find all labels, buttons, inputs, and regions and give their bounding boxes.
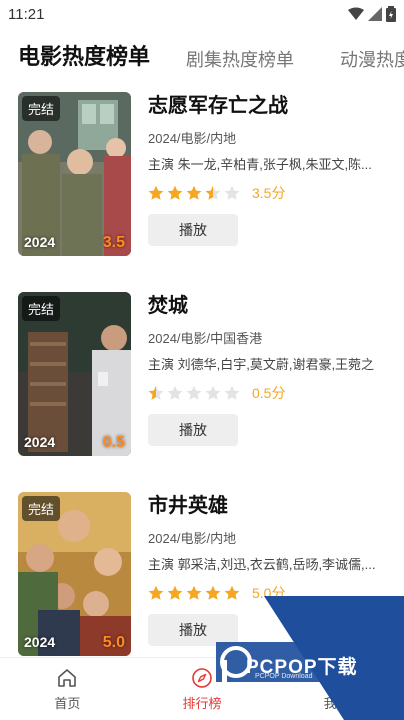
movie-info: 志愿军存亡之战 2024/电影/内地 主演 朱一龙,辛柏青,张子枫,朱亚文,陈.… [148, 92, 388, 246]
tab-anime-ranking[interactable]: 动漫热度榜单 [340, 43, 404, 74]
status-bar: 11:21 [0, 0, 404, 28]
score-text: 0.5分 [252, 385, 286, 401]
star-icon [186, 385, 202, 400]
battery-icon [386, 6, 396, 22]
movie-title[interactable]: 市井英雄 [148, 492, 388, 520]
category-tabs: 电影热度榜单 剧集热度榜单 动漫热度榜单 [0, 40, 404, 74]
movie-poster[interactable]: 完结 2024 3.5 [18, 92, 131, 256]
tab-series-ranking[interactable]: 剧集热度榜单 [186, 43, 294, 74]
play-button[interactable]: 播放 [148, 414, 238, 446]
star-icon [224, 185, 240, 200]
movie-poster[interactable]: 完结 2024 0.5 [18, 292, 131, 456]
poster-year: 2024 [24, 234, 56, 250]
poster-score: 3.5 [102, 234, 125, 251]
status-badge: 完结 [22, 496, 61, 521]
star-rating [148, 185, 240, 201]
star-icon [186, 185, 202, 200]
status-badge: 完结 [22, 96, 61, 121]
poster-score: 0.5 [102, 434, 125, 451]
poster-year: 2024 [24, 634, 56, 650]
star-icon [167, 185, 183, 200]
star-icon [224, 385, 240, 400]
star-rating [148, 385, 240, 401]
list-item[interactable]: 完结 2024 3.5 志愿军存亡之战 2024/电影/内地 主演 朱一龙,辛柏… [0, 92, 404, 262]
status-badge: 完结 [22, 296, 61, 321]
movie-meta: 2024/电影/中国香港 [148, 331, 263, 346]
score-text: 3.5分 [252, 185, 286, 201]
tab-movie-ranking[interactable]: 电影热度榜单 [18, 40, 150, 74]
star-icon [148, 585, 164, 600]
star-icon [148, 185, 164, 200]
star-icon [205, 185, 221, 200]
nav-home-label: 首页 [54, 695, 81, 711]
status-icons [348, 6, 396, 22]
nav-home[interactable]: 首页 [0, 658, 135, 720]
wifi-icon [348, 7, 364, 20]
signal-icon [368, 7, 382, 21]
movie-meta: 2024/电影/内地 [148, 131, 237, 146]
star-icon [167, 585, 183, 600]
star-icon [186, 585, 202, 600]
movie-poster[interactable]: 完结 2024 5.0 [18, 492, 131, 656]
movie-meta: 2024/电影/内地 [148, 531, 237, 546]
list-item[interactable]: 完结 2024 0.5 焚城 2024/电影/中国香港 主演 刘德华,白宇,莫文… [0, 292, 404, 462]
watermark-subtitle: PCPOP Download [255, 673, 313, 680]
star-icon [167, 385, 183, 400]
movie-cast: 主演 朱一龙,辛柏青,张子枫,朱亚文,陈... [148, 157, 372, 172]
poster-score: 5.0 [102, 634, 125, 651]
poster-year: 2024 [24, 434, 56, 450]
play-button[interactable]: 播放 [148, 214, 238, 246]
star-icon [148, 385, 164, 400]
home-icon [58, 668, 77, 687]
movie-rating: 3.5分 [148, 182, 388, 204]
movie-rating: 0.5分 [148, 382, 388, 404]
movie-info: 焚城 2024/电影/中国香港 主演 刘德华,白宇,莫文蔚,谢君豪,王菀之 0.… [148, 292, 388, 446]
movie-cast: 主演 刘德华,白宇,莫文蔚,谢君豪,王菀之 [148, 357, 375, 372]
movie-title[interactable]: 志愿军存亡之战 [148, 92, 388, 120]
star-icon [205, 385, 221, 400]
status-time: 11:21 [8, 5, 45, 23]
movie-title[interactable]: 焚城 [148, 292, 388, 320]
movie-cast: 主演 郭采洁,刘迅,衣云鹤,岳旸,李诚儒,... [148, 557, 376, 572]
